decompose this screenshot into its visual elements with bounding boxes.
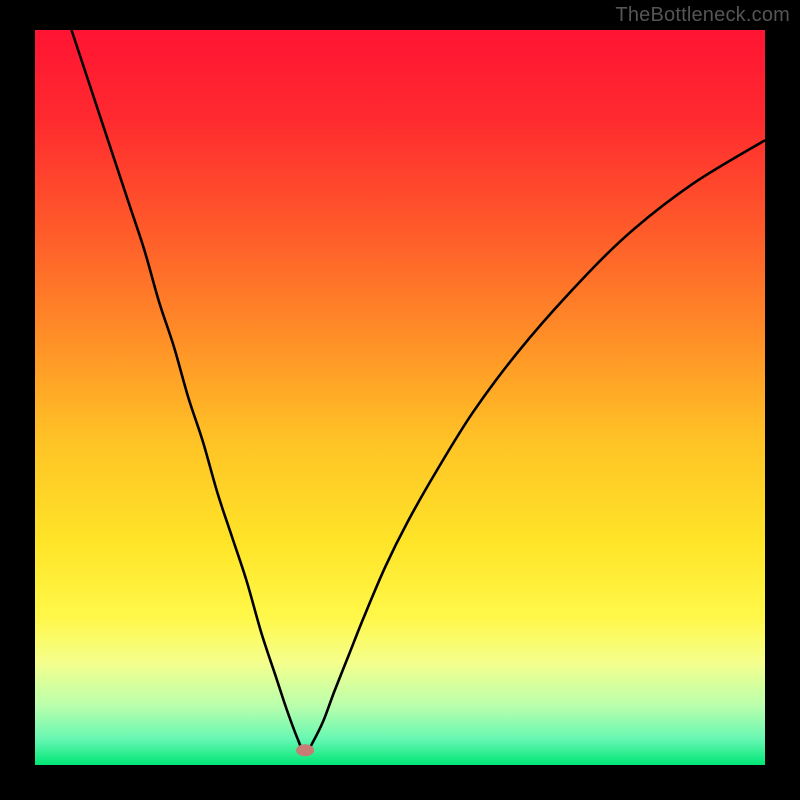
chart-svg <box>35 30 765 765</box>
plot-area <box>35 30 765 765</box>
watermark-text: TheBottleneck.com <box>615 4 790 27</box>
chart-frame: TheBottleneck.com <box>0 0 800 800</box>
optimal-point-marker <box>296 744 314 756</box>
gradient-background <box>35 30 765 765</box>
